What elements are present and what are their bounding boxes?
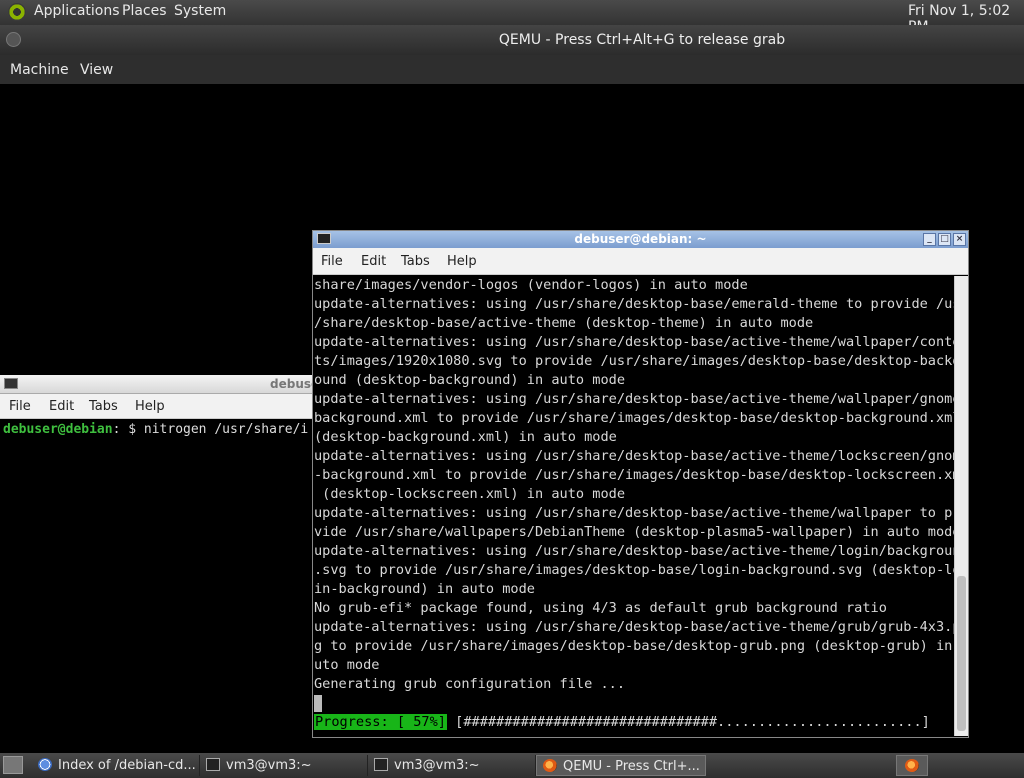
terminal-line: background.xml to provide /usr/share/ima… — [314, 410, 955, 426]
front-terminal-title: debuser@debian: ~ — [574, 232, 707, 246]
terminal-scrollbar[interactable] — [954, 276, 968, 736]
terminal-line: uto mode — [314, 657, 380, 673]
minimize-button[interactable]: _ — [923, 233, 936, 246]
qemu-titlebar[interactable]: QEMU - Press Ctrl+Alt+G to release grab — [0, 25, 1024, 55]
menu-edit[interactable]: Edit — [361, 254, 386, 269]
terminal-icon — [374, 758, 388, 771]
terminal-line: update-alternatives: using /usr/share/de… — [314, 543, 955, 559]
globe-icon — [38, 758, 52, 771]
cursor-line — [314, 694, 955, 713]
terminal-line: No grub-efi* package found, using 4/3 as… — [314, 600, 887, 616]
qemu-icon — [543, 759, 557, 772]
prompt-separator: : $ — [112, 422, 144, 437]
task-label: vm3@vm3:~ — [226, 758, 312, 773]
terminal-line: share/images/vendor-logos (vendor-logos)… — [314, 277, 748, 293]
progress-line: Progress: [ 57%] [######################… — [314, 713, 955, 732]
terminal-icon — [4, 378, 18, 389]
terminal-line: update-alternatives: using /usr/share/de… — [314, 391, 955, 407]
taskbar-item-browser[interactable]: Index of /debian-cd... — [32, 755, 200, 776]
terminal-line: vide /usr/share/wallpapers/DebianTheme (… — [314, 524, 955, 540]
qemu-window-title: QEMU - Press Ctrl+Alt+G to release grab — [498, 32, 786, 48]
bottom-taskbar: Index of /debian-cd... vm3@vm3:~ vm3@vm3… — [0, 753, 1024, 778]
taskbar-item-qemu[interactable]: QEMU - Press Ctrl+... — [536, 755, 706, 776]
top-panel: Applications Places System Fri Nov 1, 5:… — [0, 0, 1024, 35]
front-terminal-window[interactable]: debuser@debian: ~ _ □ × File Edit Tabs H… — [312, 230, 969, 738]
progress-bar: [###############################........… — [446, 714, 930, 730]
places-menu[interactable]: Places — [122, 3, 167, 19]
task-label: QEMU - Press Ctrl+... — [563, 759, 700, 774]
system-menu[interactable]: System — [174, 3, 226, 19]
terminal-line: g to provide /usr/share/images/desktop-b… — [314, 638, 955, 654]
task-label: vm3@vm3:~ — [394, 758, 480, 773]
terminal-line: (desktop-lockscreen.xml) in auto mode — [314, 486, 625, 502]
tray-qemu-indicator[interactable] — [896, 755, 928, 776]
menu-tabs[interactable]: Tabs — [401, 254, 430, 269]
view-menu[interactable]: View — [80, 62, 113, 78]
progress-label: Progress: [ 57%] — [314, 714, 447, 730]
text-cursor — [314, 694, 322, 712]
terminal-line: update-alternatives: using /usr/share/de… — [314, 296, 955, 312]
prompt-user: debuser@debian — [3, 422, 113, 437]
debian-logo-icon[interactable] — [8, 3, 26, 21]
terminal-icon — [206, 758, 220, 771]
front-terminal-content[interactable]: share/images/vendor-logos (vendor-logos)… — [314, 276, 955, 736]
menu-file[interactable]: File — [321, 254, 343, 269]
terminal-line: -background.xml to provide /usr/share/im… — [314, 467, 955, 483]
taskbar-item-terminal-1[interactable]: vm3@vm3:~ — [200, 755, 368, 776]
back-terminal-window[interactable]: debuse File Edit Tabs Help debuser@debia… — [0, 375, 319, 735]
terminal-line: update-alternatives: using /usr/share/de… — [314, 334, 955, 350]
terminal-line: update-alternatives: using /usr/share/de… — [314, 448, 955, 464]
terminal-line: (desktop-background.xml) in auto mode — [314, 429, 617, 445]
back-terminal-titlebar[interactable]: debuse — [0, 375, 319, 394]
terminal-line: update-alternatives: using /usr/share/de… — [314, 505, 955, 521]
qemu-menubar: Machine View — [0, 55, 1024, 84]
menu-tabs[interactable]: Tabs — [89, 399, 118, 414]
machine-menu[interactable]: Machine — [10, 62, 69, 78]
back-terminal-content[interactable]: debuser@debian: $ nitrogen /usr/share/i — [0, 419, 312, 440]
terminal-line: update-alternatives: using /usr/share/de… — [314, 619, 955, 635]
qemu-icon — [905, 759, 919, 772]
menu-edit[interactable]: Edit — [49, 399, 74, 414]
show-desktop-icon[interactable] — [3, 756, 23, 774]
front-terminal-menubar: File Edit Tabs Help — [313, 248, 968, 275]
taskbar-item-terminal-2[interactable]: vm3@vm3:~ — [368, 755, 536, 776]
menu-help[interactable]: Help — [135, 399, 165, 414]
command-text: nitrogen /usr/share/i — [143, 422, 309, 437]
task-label: Index of /debian-cd... — [58, 758, 196, 773]
applications-menu[interactable]: Applications — [34, 3, 120, 19]
maximize-button[interactable]: □ — [938, 233, 951, 246]
terminal-line: in-background) in auto mode — [314, 581, 535, 597]
back-terminal-menubar: File Edit Tabs Help — [0, 394, 312, 419]
scrollbar-thumb[interactable] — [957, 576, 966, 731]
terminal-line: /share/desktop-base/active-theme (deskto… — [314, 315, 814, 331]
close-button[interactable]: × — [953, 233, 966, 246]
terminal-line: ts/images/1920x1080.svg to provide /usr/… — [314, 353, 955, 369]
menu-file[interactable]: File — [9, 399, 31, 414]
front-terminal-titlebar[interactable]: debuser@debian: ~ _ □ × — [313, 231, 968, 248]
menu-help[interactable]: Help — [447, 254, 477, 269]
terminal-line: Generating grub configuration file ... — [314, 676, 625, 692]
terminal-line: .svg to provide /usr/share/images/deskto… — [314, 562, 955, 578]
terminal-line: ound (desktop-background) in auto mode — [314, 372, 625, 388]
